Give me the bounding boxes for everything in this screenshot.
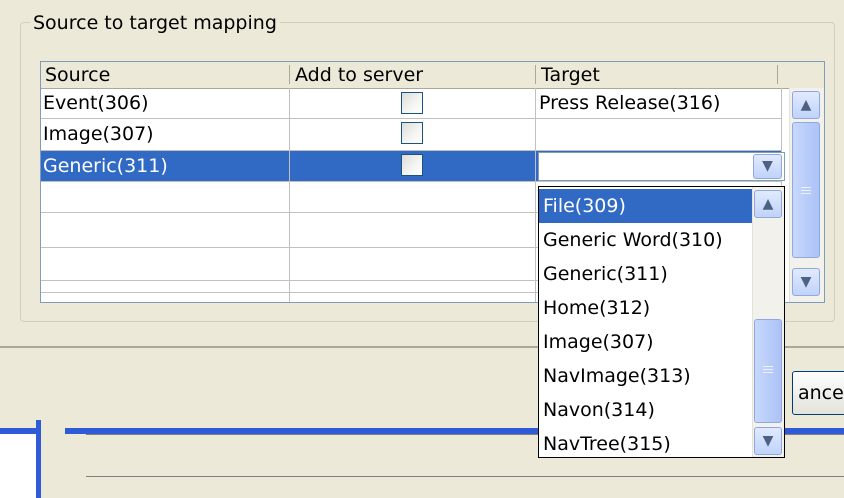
grip-line [763, 366, 773, 367]
dropdown-scroll-thumb[interactable] [754, 319, 782, 423]
source-cell: Generic(311) [43, 155, 168, 177]
source-cell: Event(306) [43, 92, 149, 114]
source-cell: Image(307) [43, 123, 154, 145]
scroll-up-button[interactable]: ▲ [792, 91, 820, 119]
grip-line [801, 193, 811, 194]
inner-panel-border [86, 476, 844, 477]
cancel-button-label: ancel [798, 382, 844, 404]
target-combobox[interactable]: ▼ [538, 152, 785, 181]
column-separator[interactable] [535, 65, 536, 84]
table-row[interactable]: Image(307) [41, 119, 781, 149]
background-window-content [0, 434, 36, 498]
dropdown-option[interactable]: Navon(314) [539, 393, 754, 427]
column-divider [535, 88, 536, 302]
dropdown-option[interactable]: Generic(311) [539, 257, 754, 291]
dropdown-option[interactable]: Image(307) [539, 325, 754, 359]
dropdown-scrollbar[interactable]: ▲ ▼ [752, 187, 784, 457]
column-divider [289, 88, 290, 302]
table-scrollbar[interactable]: ▲ ▼ [789, 88, 824, 302]
dropdown-scroll-down-button[interactable]: ▼ [754, 427, 782, 455]
chevron-down-icon: ▼ [762, 158, 773, 174]
add-to-server-checkbox[interactable] [401, 122, 423, 144]
grip-line [763, 372, 773, 373]
combo-dropdown-button[interactable]: ▼ [753, 154, 782, 179]
groupbox-title: Source to target mapping [30, 12, 280, 34]
grip-line [801, 187, 811, 188]
dropdown-option[interactable]: NavImage(313) [539, 359, 754, 393]
column-header-target[interactable]: Target [537, 64, 600, 86]
add-to-server-checkbox[interactable] [401, 92, 423, 114]
column-separator[interactable] [777, 65, 778, 84]
chevron-up-icon: ▲ [762, 196, 774, 212]
chevron-up-icon: ▲ [800, 97, 812, 113]
scroll-thumb[interactable] [792, 122, 820, 258]
dropdown-option[interactable]: NavTree(315) [539, 427, 754, 457]
dropdown-option[interactable]: Generic Word(310) [539, 223, 754, 257]
grip-line [801, 190, 811, 191]
target-dropdown-list[interactable]: File(309) Generic Word(310) Generic(311)… [538, 186, 785, 458]
table-header: Source Add to server Target [41, 62, 824, 89]
chevron-down-icon: ▼ [762, 433, 774, 449]
grip-line [763, 369, 773, 370]
column-header-add-to-server[interactable]: Add to server [291, 64, 423, 86]
add-to-server-checkbox[interactable] [401, 154, 423, 176]
table-row[interactable]: Event(306) Press Release(316) [41, 88, 781, 118]
dropdown-scroll-up-button[interactable]: ▲ [754, 190, 782, 218]
column-separator[interactable] [289, 65, 290, 84]
column-header-source[interactable]: Source [41, 64, 110, 86]
dropdown-option[interactable]: Home(312) [539, 291, 754, 325]
target-cell[interactable]: Press Release(316) [537, 88, 720, 118]
dropdown-option[interactable]: File(309) [539, 189, 754, 223]
chevron-down-icon: ▼ [800, 274, 812, 290]
scroll-down-button[interactable]: ▼ [792, 268, 820, 296]
background-window-panel [41, 420, 65, 498]
